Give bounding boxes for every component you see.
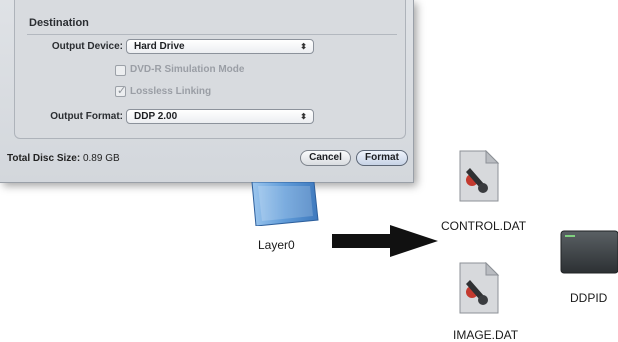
output-format-label: Output Format:: [50, 111, 123, 122]
output-format-popup[interactable]: DDP 2.00 ⬍: [126, 109, 314, 124]
lossless-label: Lossless Linking: [130, 86, 212, 97]
file-label-ddpid: DDPID: [570, 291, 608, 305]
total-disc-size: Total Disc Size: 0.89 GB: [7, 153, 120, 164]
document-icon[interactable]: [456, 262, 500, 314]
lossless-checkbox[interactable]: ✓: [115, 85, 127, 97]
folder-label-layer0: Layer0: [258, 238, 295, 252]
document-icon[interactable]: [456, 150, 500, 202]
total-disc-size-label: Total Disc Size:: [7, 153, 81, 164]
output-format-value: DDP 2.00: [134, 111, 178, 122]
popup-arrows-icon: ⬍: [300, 112, 307, 121]
file-label-image: IMAGE.DAT: [453, 328, 519, 342]
exec-file-icon[interactable]: [560, 230, 618, 274]
group-title: Destination: [29, 17, 89, 29]
group-divider: [27, 34, 397, 35]
cancel-button[interactable]: Cancel: [300, 150, 351, 166]
arrow-right-icon: [332, 225, 438, 257]
output-device-label: Output Device:: [51, 41, 123, 52]
popup-arrows-icon: ⬍: [300, 42, 307, 51]
folder-icon[interactable]: [244, 182, 326, 226]
dvd-sim-label: DVD-R Simulation Mode: [130, 64, 245, 75]
dvd-sim-checkbox[interactable]: [115, 65, 126, 76]
output-device-popup[interactable]: Hard Drive ⬍: [126, 39, 314, 54]
file-label-control: CONTROL.DAT: [441, 219, 527, 233]
destination-group: Destination Output Device: Hard Drive ⬍ …: [14, 0, 406, 139]
total-disc-size-value: 0.89 GB: [82, 153, 120, 164]
format-button[interactable]: Format: [356, 150, 408, 166]
output-device-value: Hard Drive: [134, 41, 185, 52]
format-dialog: Destination Output Device: Hard Drive ⬍ …: [0, 0, 414, 183]
checkmark-icon: ✓: [117, 85, 127, 97]
